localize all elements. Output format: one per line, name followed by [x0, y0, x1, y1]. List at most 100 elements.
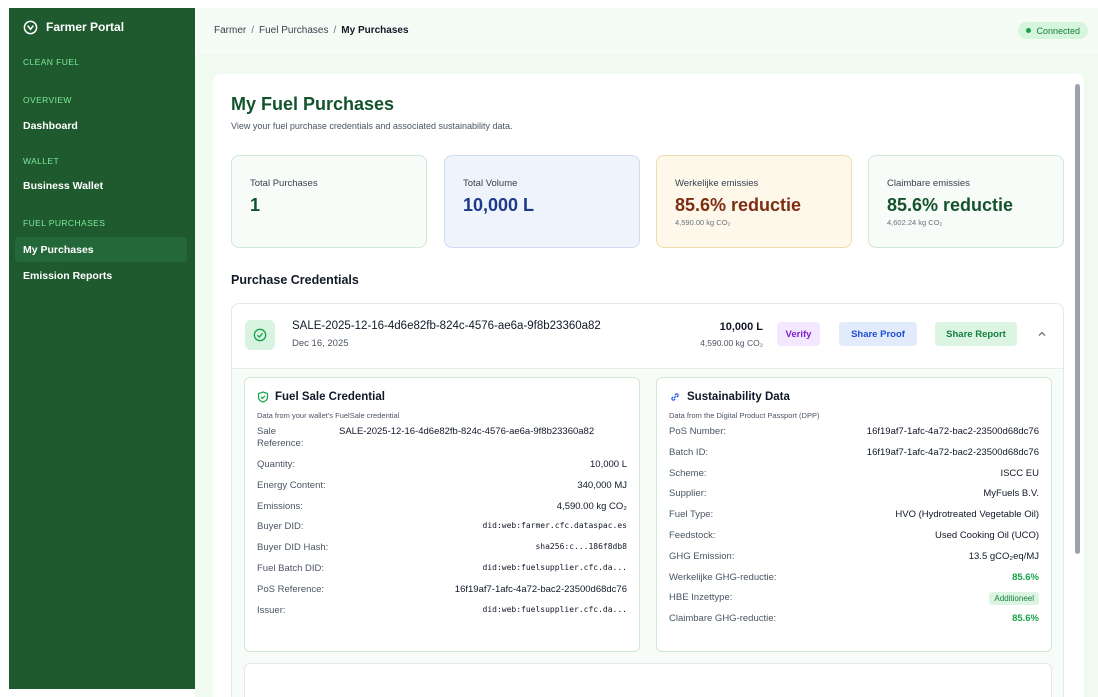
row-pos-number: PoS Number: 16f19af7-1afc-4a72-bac2-23500… — [669, 426, 1039, 447]
row-key: HBE Inzettype: — [669, 592, 733, 604]
sidebar-item-my-purchases[interactable]: My Purchases — [15, 237, 187, 262]
row-werkelijke-ghg-reductie: Werkelijke GHG-reductie: 85.6% — [669, 572, 1039, 593]
sustainability-desc: Data from the Digital Product Passport (… — [669, 411, 820, 420]
breadcrumb-fuel-purchases[interactable]: Fuel Purchases — [259, 25, 328, 36]
row-key: Energy Content: — [257, 479, 326, 491]
next-section-card — [244, 663, 1052, 697]
verify-button[interactable]: Verify — [777, 322, 820, 346]
row-key: Claimbare GHG-reductie: — [669, 613, 777, 625]
sustainability-title: Sustainability Data — [669, 391, 1039, 403]
row-issuer: Issuer: did:web:fuelsupplier.cfc.da... — [257, 605, 627, 626]
page-title: My Fuel Purchases — [231, 94, 395, 114]
status-badge: Connected — [1018, 22, 1088, 39]
row-quantity: Quantity: 10,000 L — [257, 459, 627, 480]
row-key: Quantity: — [257, 459, 296, 470]
fuel-sale-title-text: Fuel Sale Credential — [275, 391, 385, 403]
row-value: 85.6% — [1012, 613, 1039, 625]
chevron-up-icon[interactable] — [1035, 327, 1049, 341]
sidebar-item-label: Business Wallet — [23, 179, 104, 192]
row-key: Buyer DID: — [257, 521, 304, 533]
section-fuel-purchases: FUEL PURCHASES — [23, 218, 106, 228]
stat-claimbare-emissies: Claimbare emissies 85.6% reductie 4,602.… — [868, 155, 1064, 248]
row-key: Supplier: — [669, 488, 707, 500]
fuel-sale-desc: Data from your wallet's FuelSale credent… — [257, 411, 400, 420]
section-overview: OVERVIEW — [23, 95, 72, 105]
fuel-sale-card: Fuel Sale Credential Data from your wall… — [244, 377, 640, 652]
fuel-sale-rows: Sale Reference: SALE-2025-12-16-4d6e82fb… — [257, 426, 627, 625]
credential-header[interactable]: SALE-2025-12-16-4d6e82fb-824c-4576-ae6a-… — [232, 304, 1063, 368]
row-fuel-batch-did: Fuel Batch DID: did:web:fuelsupplier.cfc.… — [257, 563, 627, 584]
row-value: 340,000 MJ — [577, 479, 627, 491]
row-key: Scheme: — [669, 467, 707, 479]
row-key: GHG Emission: — [669, 550, 735, 562]
share-report-button[interactable]: Share Report — [935, 322, 1017, 346]
row-energy-content: Energy Content: 340,000 MJ — [257, 480, 627, 501]
row-value: 16f19af7-1afc-4a72-bac2-23500d68dc76 — [866, 446, 1039, 458]
share-proof-button[interactable]: Share Proof — [839, 322, 917, 346]
breadcrumb-current: My Purchases — [341, 25, 409, 36]
stat-total-volume: Total Volume 10,000 L — [444, 155, 640, 248]
breadcrumb-farmer[interactable]: Farmer — [214, 25, 246, 36]
section-title: Purchase Credentials — [231, 273, 359, 287]
brand-name: Farmer Portal — [46, 20, 125, 34]
row-value: 16f19af7-1afc-4a72-bac2-23500d68dc76 — [866, 426, 1039, 437]
credential-emissions: 4,590.00 kg CO₂ — [700, 338, 763, 348]
credential-date: Dec 16, 2025 — [292, 338, 349, 349]
section-wallet: WALLET — [23, 156, 60, 166]
row-key: Emissions: — [257, 500, 303, 512]
row-value: 10,000 L — [590, 459, 627, 470]
row-value: HVO (Hydrotreated Vegetable Oil) — [895, 509, 1039, 521]
row-key: Werkelijke GHG-reductie: — [669, 571, 777, 583]
row-value: 85.6% — [1012, 571, 1039, 583]
row-value: SALE-2025-12-16-4d6e82fb-824c-4576-ae6a-… — [339, 426, 595, 437]
row-value: 4,590.00 kg CO₂ — [556, 500, 627, 512]
sidebar-item-dashboard[interactable]: Dashboard — [15, 113, 187, 138]
breadcrumb-separator: / — [333, 25, 337, 36]
breadcrumb: Farmer / Fuel Purchases / My Purchases — [214, 25, 409, 36]
row-value: sha256:c...186f8db8 — [535, 542, 627, 552]
credential-id: SALE-2025-12-16-4d6e82fb-824c-4576-ae6a-… — [292, 320, 601, 332]
check-circle-icon — [245, 320, 275, 350]
main-area: Farmer / Fuel Purchases / My Purchases Conne… — [195, 8, 1098, 697]
shield-check-icon — [257, 391, 269, 403]
row-value: did:web:farmer.cfc.dataspac.es — [482, 521, 628, 531]
sidebar-item-business-wallet[interactable]: Business Wallet — [15, 173, 187, 198]
row-key: Buyer DID Hash: — [257, 542, 329, 554]
sidebar-item-emission-reports[interactable]: Emission Reports — [15, 263, 187, 288]
stat-label: Claimbare emissies — [887, 178, 970, 189]
row-fuel-type: Fuel Type: HVO (Hydrotreated Vegetable Oi… — [669, 509, 1039, 530]
row-feedstock: Feedstock: Used Cooking Oil (UCO) — [669, 530, 1039, 551]
credential-volume: 10,000 L — [719, 321, 763, 333]
stat-value: 1 — [250, 195, 261, 215]
credential-details: Fuel Sale Credential Data from your wall… — [232, 368, 1063, 697]
row-value: Used Cooking Oil (UCO) — [935, 529, 1039, 541]
stat-label: Total Volume — [463, 178, 518, 189]
topbar: Farmer / Fuel Purchases / My Purchases Conne… — [195, 8, 1098, 54]
hbe-badge: Additioneel — [989, 592, 1039, 606]
row-key: Batch ID: — [669, 446, 709, 458]
row-key: Issuer: — [257, 604, 286, 616]
row-key: PoS Number: — [669, 426, 727, 437]
scrollbar[interactable] — [1075, 84, 1080, 554]
row-ghg-emission: GHG Emission: 13.5 gCO₂eq/MJ — [669, 551, 1039, 572]
stat-value: 85.6% reductie — [887, 195, 1014, 215]
sustainability-title-text: Sustainability Data — [687, 391, 790, 403]
row-emissions: Emissions: 4,590.00 kg CO₂ — [257, 501, 627, 522]
stat-label: Werkelijke emissies — [675, 178, 759, 189]
sustainability-card: Sustainability Data Data from the Digita… — [656, 377, 1052, 652]
row-buyer-did: Buyer DID: did:web:farmer.cfc.dataspac.es — [257, 521, 627, 542]
sidebar-item-label: My Purchases — [23, 243, 94, 256]
credential-card: SALE-2025-12-16-4d6e82fb-824c-4576-ae6a-… — [231, 303, 1064, 697]
stat-sub: 4,602.24 kg CO₂ — [887, 218, 943, 227]
link-icon — [669, 391, 681, 403]
row-value: did:web:fuelsupplier.cfc.da... — [482, 562, 628, 572]
row-sale-reference: Sale Reference: SALE-2025-12-16-4d6e82fb… — [257, 426, 627, 459]
stat-werkelijke-emissies: Werkelijke emissies 85.6% reductie 4,590… — [656, 155, 852, 248]
stat-value: 10,000 L — [463, 195, 535, 215]
row-claimbare-ghg-reductie: Claimbare GHG-reductie: 85.6% — [669, 613, 1039, 634]
stat-value: 85.6% reductie — [675, 195, 802, 215]
row-pos-reference: PoS Reference: 16f19af7-1afc-4a72-bac2-23… — [257, 584, 627, 605]
row-scheme: Scheme: ISCC EU — [669, 468, 1039, 489]
row-batch-id: Batch ID: 16f19af7-1afc-4a72-bac2-23500d6… — [669, 447, 1039, 468]
row-key: Sale Reference: — [257, 426, 304, 449]
